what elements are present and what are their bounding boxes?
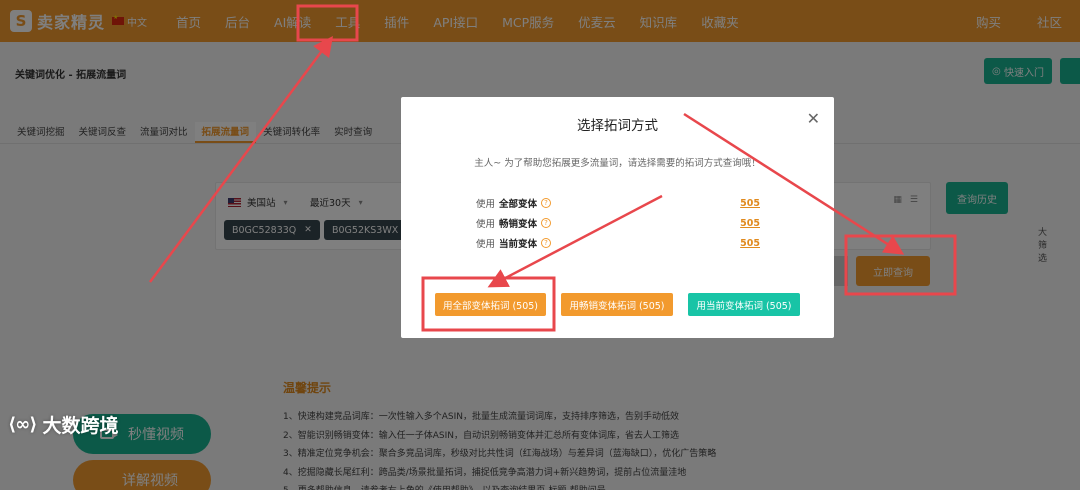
option-count[interactable]: 505 <box>740 238 760 249</box>
option-count[interactable]: 505 <box>740 198 760 209</box>
expand-all-variants-button[interactable]: 用全部变体拓词 (505) <box>435 293 546 316</box>
dialog-title: 选择拓词方式 <box>577 118 658 134</box>
help-icon[interactable]: ? <box>541 238 552 248</box>
help-icon[interactable]: ? <box>541 198 552 208</box>
dialog-description: 主人~ 为了帮助您拓展更多流量词，请选择需要的拓词方式查询哦！ <box>474 158 761 169</box>
option-count[interactable]: 505 <box>740 218 760 229</box>
option-name: 畅销变体 <box>499 219 538 230</box>
option-name: 全部变体 <box>499 199 538 210</box>
option-prefix: 使用 <box>476 219 496 230</box>
option-bestseller-variants: 使用 畅销变体 ? 505 <box>476 216 760 231</box>
option-all-variants: 使用 全部变体 ? 505 <box>476 196 760 211</box>
watermark-text: 大数跨境 <box>42 415 119 437</box>
expand-method-dialog: 选择拓词方式 ✕ 主人~ 为了帮助您拓展更多流量词，请选择需要的拓词方式查询哦！… <box>401 97 834 338</box>
close-icon[interactable]: ✕ <box>807 109 820 128</box>
expand-bestseller-variants-button[interactable]: 用畅销变体拓词 (505) <box>561 293 673 316</box>
option-prefix: 使用 <box>476 199 496 210</box>
watermark-logo-icon: ⟨∞⟩ <box>8 414 37 435</box>
option-prefix: 使用 <box>476 239 496 250</box>
watermark: ⟨∞⟩ 大数跨境 <box>8 411 118 438</box>
option-current-variant: 使用 当前变体 ? 505 <box>476 236 760 251</box>
option-name: 当前变体 <box>499 239 538 250</box>
expand-current-variant-button[interactable]: 用当前变体拓词 (505) <box>688 293 800 316</box>
help-icon[interactable]: ? <box>541 218 552 228</box>
